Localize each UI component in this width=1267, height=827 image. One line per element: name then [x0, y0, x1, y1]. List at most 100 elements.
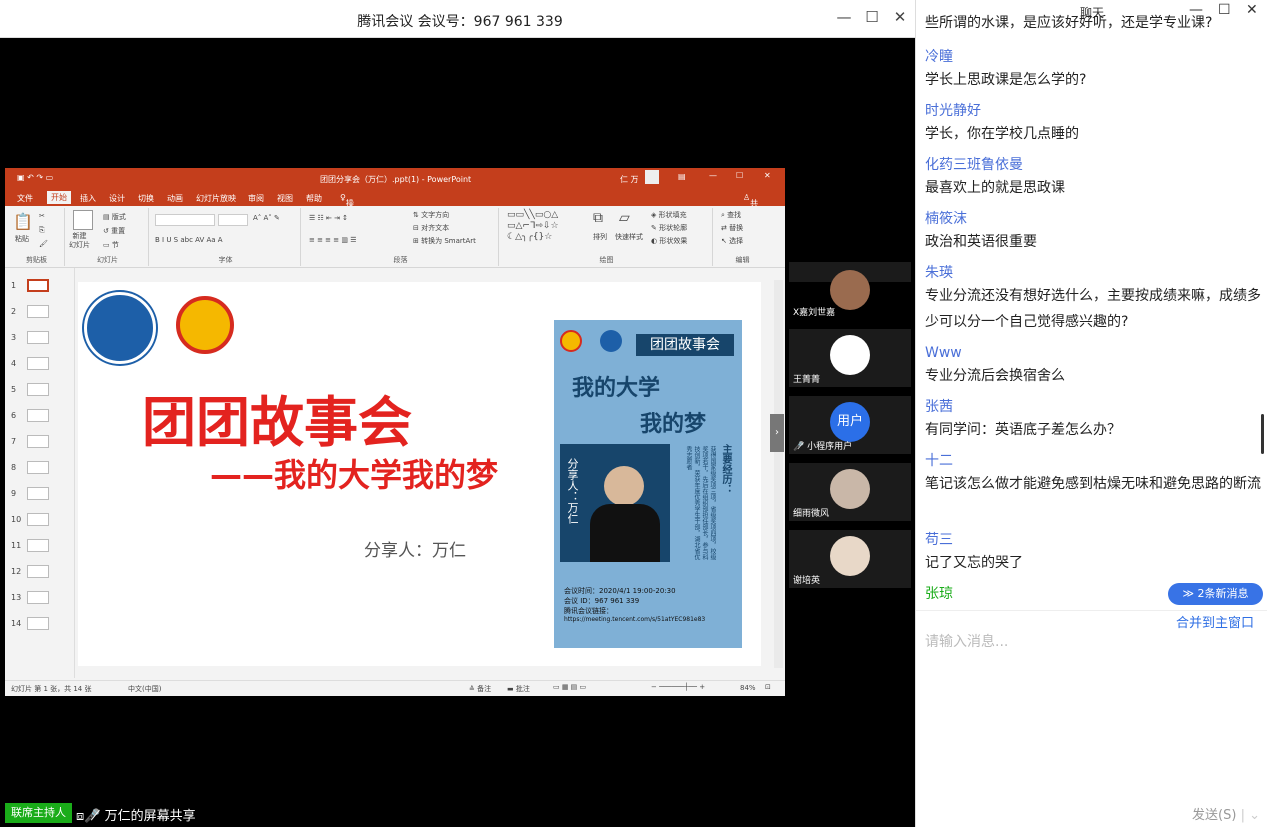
- participant-tile[interactable]: 细雨微风: [789, 463, 911, 521]
- zoom-slider[interactable]: − ──────┼── +: [651, 683, 705, 691]
- paste-label[interactable]: 粘贴: [15, 234, 29, 244]
- tab-help[interactable]: 帮助: [306, 193, 322, 204]
- ribbon: 📋 粘贴 ✂ ⎘ 🖌 剪贴板 新建 幻灯片 ▤ 版式 ↺ 重置 ▭ 节 幻灯片 …: [5, 206, 785, 268]
- collapse-panel-icon[interactable]: ›: [770, 414, 784, 452]
- section-label: 节: [111, 241, 119, 249]
- cut-icon[interactable]: ✂: [39, 212, 45, 220]
- tab-view[interactable]: 视图: [277, 193, 293, 204]
- ppt-close-icon[interactable]: ✕: [764, 171, 771, 180]
- maximize-icon[interactable]: ☐: [861, 8, 883, 26]
- slide-thumb[interactable]: 13: [11, 591, 49, 604]
- participant-name: 细雨微风: [793, 509, 830, 519]
- section-button[interactable]: ▭ 节: [103, 240, 119, 250]
- ppt-minimize-icon[interactable]: —: [709, 171, 717, 180]
- slide-thumb[interactable]: 2: [11, 305, 49, 318]
- participant-tile[interactable]: X嘉刘世嘉: [789, 262, 911, 320]
- slide-thumb[interactable]: 3: [11, 331, 49, 344]
- notes-button[interactable]: ≙ 备注: [469, 684, 491, 694]
- zoom-level[interactable]: 84%: [740, 684, 756, 692]
- slide-canvas[interactable]: 团团故事会 ——我的大学我的梦 分享人：万仁 团团故事会 我的大学 我的梦 分享…: [78, 282, 761, 666]
- slide-thumb[interactable]: 12: [11, 565, 49, 578]
- font-format-icons[interactable]: B I U S abc AV Aa A: [155, 236, 223, 244]
- poster-photo-frame: 分享人：万仁: [560, 444, 670, 562]
- chat-scrollbar[interactable]: [1261, 414, 1264, 454]
- find-button[interactable]: ⌕ 查找: [721, 210, 741, 220]
- slide-thumb[interactable]: 6: [11, 409, 49, 422]
- format-painter-icon[interactable]: 🖌: [39, 240, 48, 248]
- tab-design[interactable]: 设计: [109, 193, 125, 204]
- participant-name-text: 小程序用户: [807, 442, 853, 452]
- send-button[interactable]: 发送(S) | ⌄: [1192, 804, 1260, 823]
- slide-thumb[interactable]: 9: [11, 487, 49, 500]
- comments-button[interactable]: ▬ 批注: [507, 684, 530, 694]
- fit-slide-icon[interactable]: ⊡: [765, 683, 771, 691]
- arrange-icon[interactable]: ⧉: [593, 210, 603, 226]
- close-icon[interactable]: ✕: [889, 8, 911, 26]
- participant-tile[interactable]: 王菁菁: [789, 329, 911, 387]
- slide-thumb[interactable]: 14: [11, 617, 49, 630]
- share-button[interactable]: ♙ 共享: [743, 193, 758, 219]
- participant-tile[interactable]: 用户 🎤̸ 小程序用户: [789, 396, 911, 454]
- arrange-label[interactable]: 排列: [593, 232, 607, 242]
- view-icons[interactable]: ▭ ▦ ▤ ▭: [553, 683, 586, 691]
- slide-thumb[interactable]: 5: [11, 383, 49, 396]
- slide-scrollbar[interactable]: [774, 280, 783, 668]
- send-options-icon[interactable]: | ⌄: [1241, 808, 1260, 823]
- tab-animations[interactable]: 动画: [167, 193, 183, 204]
- ppt-statusbar: 幻灯片 第 1 张，共 14 张 中文(中国) ≙ 备注 ▬ 批注 ▭ ▦ ▤ …: [5, 680, 785, 696]
- user-avatar-icon[interactable]: [645, 170, 659, 184]
- align-text-button[interactable]: ⊟ 对齐文本: [413, 223, 449, 233]
- shape-outline-button[interactable]: ✎ 形状轮廓: [651, 223, 687, 233]
- tell-me-search[interactable]: ♀ 操作说明搜索: [340, 193, 354, 263]
- shape-effect-button[interactable]: ◐ 形状效果: [651, 236, 687, 246]
- meeting-titlebar: 腾讯会议 会议号：967 961 339 — ☐ ✕: [0, 0, 915, 38]
- select-button[interactable]: ↖ 选择: [721, 236, 743, 246]
- save-icon[interactable]: ▣ ↶ ↷ ▭: [17, 173, 53, 182]
- slide-thumb[interactable]: 4: [11, 357, 49, 370]
- tab-slideshow[interactable]: 幻灯片放映: [196, 193, 236, 204]
- ppt-user: 仁 万: [620, 175, 639, 184]
- participant-tile[interactable]: 谢培英: [789, 530, 911, 588]
- grow-font-icon[interactable]: A˄ A˅ ✎: [253, 214, 280, 222]
- copy-icon[interactable]: ⎘: [39, 226, 45, 235]
- layout-button[interactable]: ▤ 版式: [103, 212, 126, 222]
- slide-thumb[interactable]: 11: [11, 539, 49, 552]
- tab-file[interactable]: 文件: [17, 193, 33, 204]
- tab-transitions[interactable]: 切换: [138, 193, 154, 204]
- ppt-maximize-icon[interactable]: ☐: [736, 171, 743, 180]
- shapes-gallery[interactable]: ▭▭╲╲▭○△ ▭△⌐ᒣ⇨⇩☆ ☾△╮╭{}☆: [507, 210, 589, 243]
- slide-thumb[interactable]: 8: [11, 461, 49, 474]
- reset-button[interactable]: ↺ 重置: [103, 226, 125, 236]
- new-messages-button[interactable]: ≫ 2条新消息: [1168, 583, 1263, 605]
- avatar: [830, 469, 870, 509]
- chat-message: 学长上思政课是怎么学的?: [925, 72, 1087, 88]
- paste-icon[interactable]: 📋: [13, 212, 33, 231]
- align-icons[interactable]: ≡ ≡ ≡ ≡ ▥ ☰: [309, 236, 356, 244]
- quick-styles-icon[interactable]: ▱: [619, 210, 630, 226]
- font-size-select[interactable]: [218, 214, 248, 226]
- merge-to-main-link[interactable]: 合并到主窗口: [1176, 612, 1254, 631]
- slide-thumb[interactable]: 1: [11, 279, 49, 292]
- new-slide-icon[interactable]: [73, 210, 93, 230]
- chat-input-area: 请输入消息... 发送(S) | ⌄: [916, 610, 1267, 827]
- tab-home[interactable]: 开始: [47, 191, 71, 204]
- ribbon-display-icon[interactable]: ▤: [678, 172, 686, 181]
- thumb-number: 8: [11, 463, 17, 472]
- replace-button[interactable]: ⇄ 替换: [721, 223, 743, 233]
- quick-styles-label[interactable]: 快速样式: [615, 232, 643, 242]
- new-slide-label[interactable]: 新建 幻灯片: [69, 232, 90, 250]
- minimize-icon[interactable]: —: [833, 8, 855, 26]
- reset-label: 重置: [111, 227, 126, 235]
- smartart-button[interactable]: ⊞ 转换为 SmartArt: [413, 236, 476, 246]
- shape-outline-label: 形状轮廓: [659, 224, 688, 232]
- tab-review[interactable]: 审阅: [248, 193, 264, 204]
- poster-link: https://meeting.tencent.com/s/51atYEC981…: [564, 616, 706, 623]
- tab-insert[interactable]: 插入: [80, 193, 96, 204]
- slide-thumb[interactable]: 7: [11, 435, 49, 448]
- text-direction-button[interactable]: ⇅ 文字方向: [413, 210, 449, 220]
- list-icons[interactable]: ☰ ☷ ⇤ ⇥ ↕: [309, 214, 348, 222]
- chat-input[interactable]: 请输入消息...: [925, 631, 1255, 651]
- font-family-select[interactable]: [155, 214, 215, 226]
- slide-thumb[interactable]: 10: [11, 513, 49, 526]
- shape-fill-button[interactable]: ◈ 形状填充: [651, 210, 687, 220]
